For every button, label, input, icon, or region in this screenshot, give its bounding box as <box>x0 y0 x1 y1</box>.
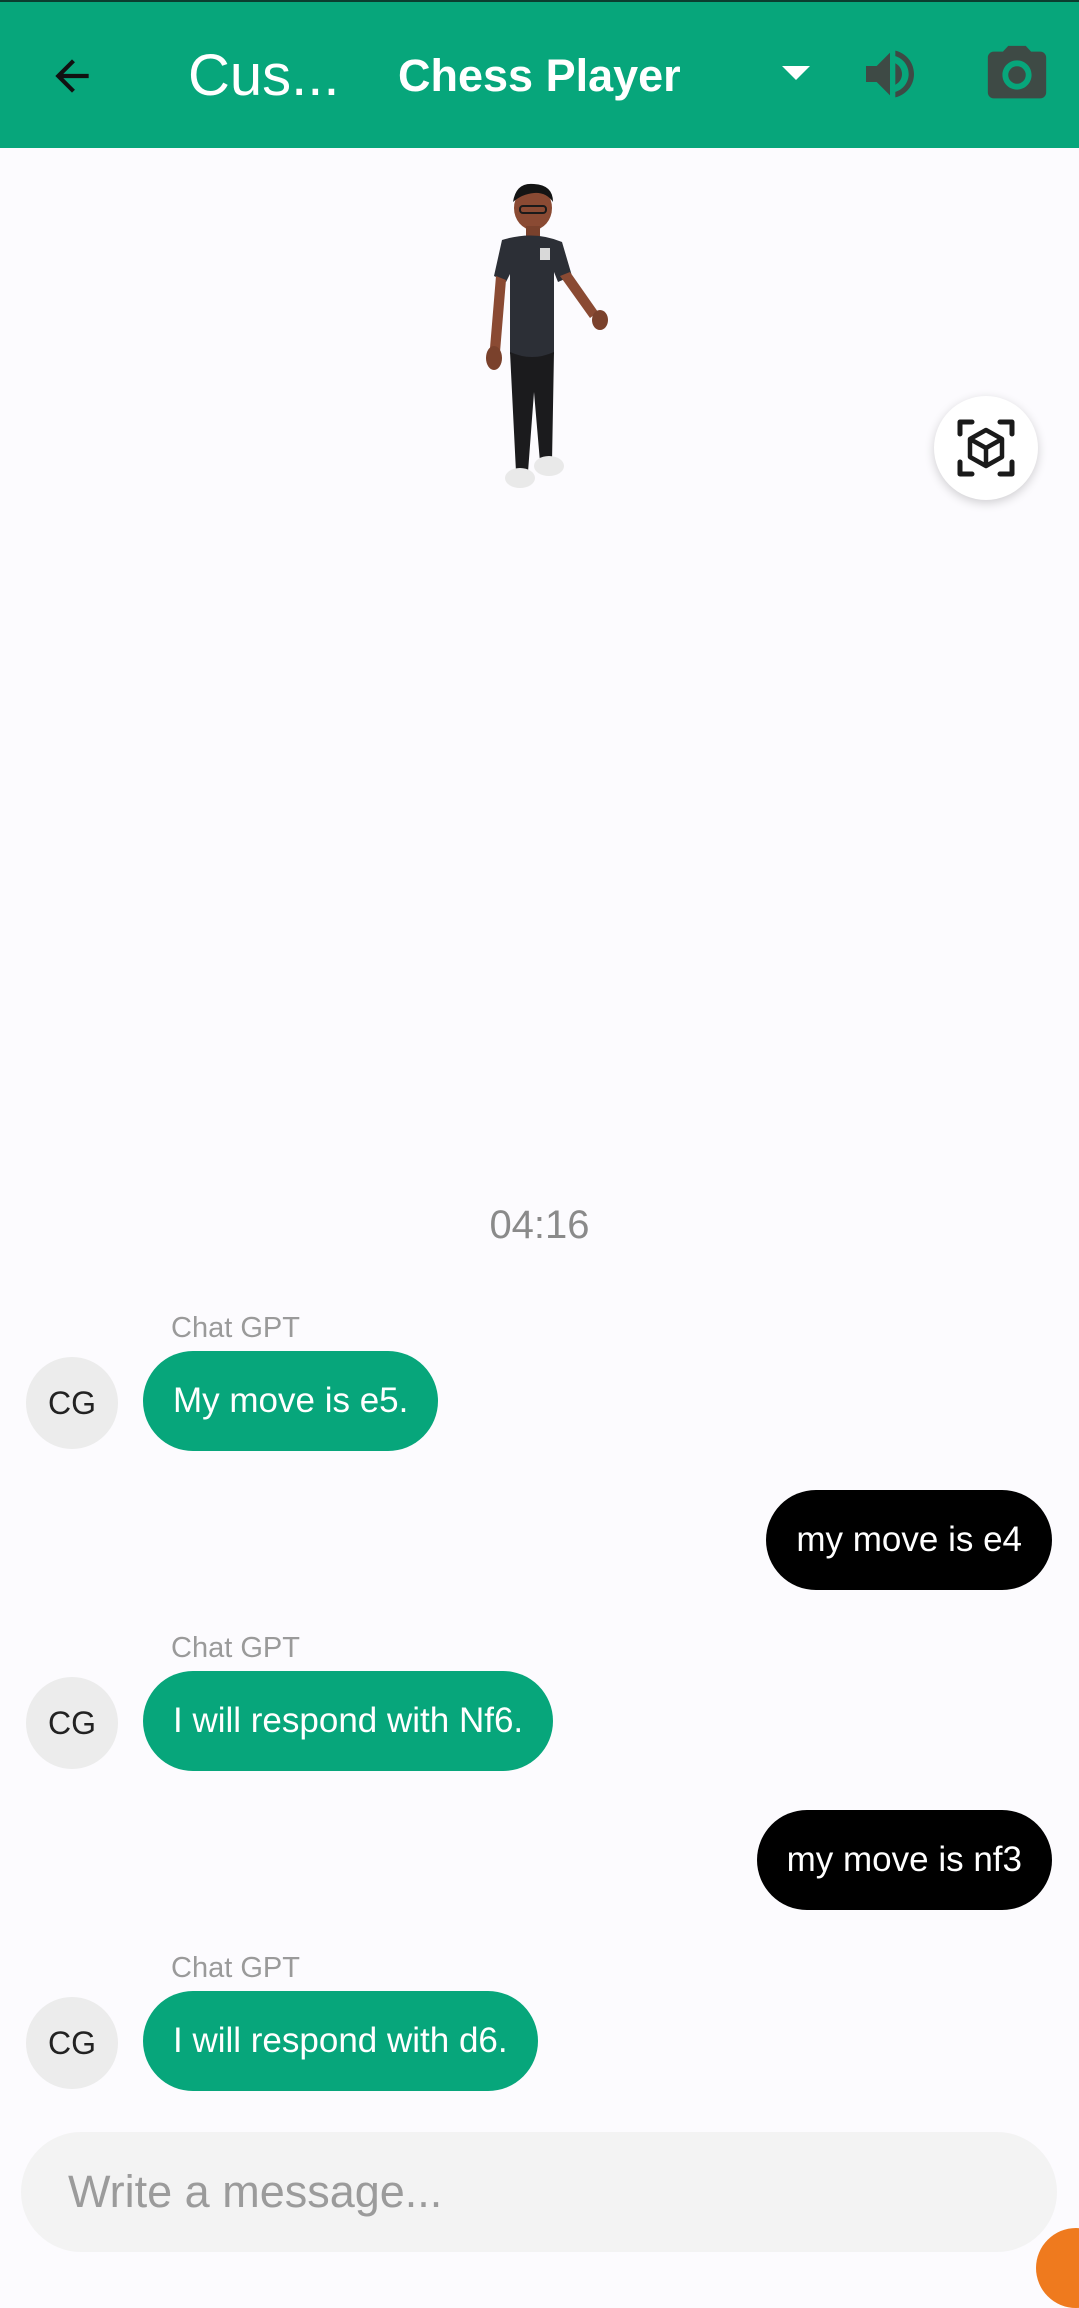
bot-avatar[interactable]: CG <box>26 1357 118 1449</box>
bot-message-bubble[interactable]: I will respond with Nf6. <box>143 1671 554 1771</box>
avatar-pants <box>510 352 554 472</box>
app-bar: Cus... Chess Player <box>0 0 1079 148</box>
bot-avatar[interactable]: CG <box>26 1677 118 1769</box>
avatar-left-arm <box>490 276 506 352</box>
back-arrow-icon <box>55 59 89 93</box>
bot-message-bubble[interactable]: I will respond with d6. <box>143 1991 538 2091</box>
avatar-shirt <box>494 235 572 358</box>
bot-message-bubble[interactable]: My move is e5. <box>143 1351 439 1451</box>
avatar-shirt-logo <box>540 248 550 260</box>
sender-name: Chat GPT <box>171 1952 300 1984</box>
volume-button[interactable] <box>858 42 922 106</box>
ar-view-button[interactable] <box>934 396 1038 500</box>
user-message-bubble[interactable]: my move is e4 <box>766 1490 1052 1590</box>
avatar-3d-figure[interactable] <box>450 172 630 512</box>
avatar-left-hand <box>486 346 502 370</box>
avatar-right-shoe <box>534 456 564 476</box>
user-message-bubble[interactable]: my move is nf3 <box>756 1810 1052 1910</box>
message-input[interactable] <box>21 2132 1057 2252</box>
floating-badge[interactable] <box>1036 2228 1079 2308</box>
3d-cube-icon <box>957 419 1015 477</box>
persona-dropdown[interactable]: Chess Player <box>396 40 826 112</box>
sender-name: Chat GPT <box>171 1632 300 1664</box>
volume-icon <box>866 50 914 98</box>
back-button[interactable] <box>30 34 114 118</box>
camera-icon <box>987 45 1047 99</box>
persona-label: Chess Player <box>398 50 681 101</box>
app-title: Cus... <box>188 43 340 108</box>
sender-name: Chat GPT <box>171 1312 300 1344</box>
avatar-right-arm <box>560 272 598 318</box>
dropdown-arrow-icon <box>782 66 810 80</box>
camera-button[interactable] <box>982 40 1052 110</box>
bot-avatar[interactable]: CG <box>26 1997 118 2089</box>
avatar-left-shoe <box>505 468 535 488</box>
chat-timestamp: 04:16 <box>489 1203 590 1247</box>
avatar-right-hand <box>592 310 608 330</box>
